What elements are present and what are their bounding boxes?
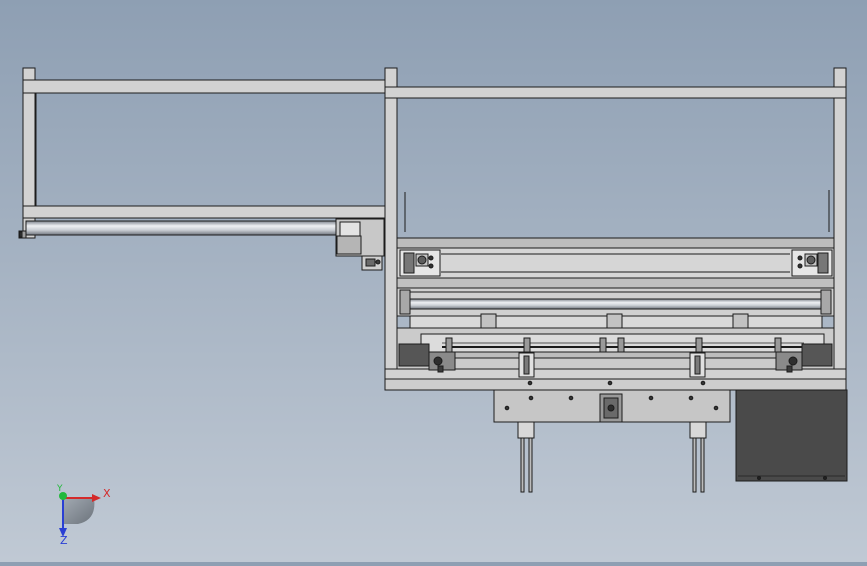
- rail-bracket[interactable]: [518, 352, 535, 378]
- z-axis-label: Z: [60, 534, 68, 547]
- lower-rail-assembly[interactable]: [396, 327, 835, 370]
- assembly-drawing[interactable]: X Y Z: [0, 0, 867, 562]
- left-support-leg[interactable]: [517, 421, 535, 493]
- y-axis-label: Y: [56, 484, 63, 494]
- left-guide-rod[interactable]: [18, 220, 387, 239]
- rod-carriage-block[interactable]: [335, 218, 385, 271]
- left-extension-frame[interactable]: [22, 67, 386, 239]
- triad-shadow: [63, 498, 95, 524]
- control-cabinet[interactable]: [735, 389, 848, 482]
- coordinate-triad: X Y Z: [56, 484, 111, 547]
- upper-cross-beam[interactable]: [396, 237, 835, 289]
- cad-graphics-area[interactable]: X Y Z: [0, 0, 867, 562]
- middle-rod-assembly[interactable]: [396, 287, 835, 317]
- left-pulley-block[interactable]: [399, 249, 441, 277]
- right-pulley-block[interactable]: [791, 249, 833, 277]
- x-axis-label: X: [103, 487, 111, 500]
- right-support-leg[interactable]: [689, 421, 707, 493]
- rail-bracket[interactable]: [689, 352, 706, 378]
